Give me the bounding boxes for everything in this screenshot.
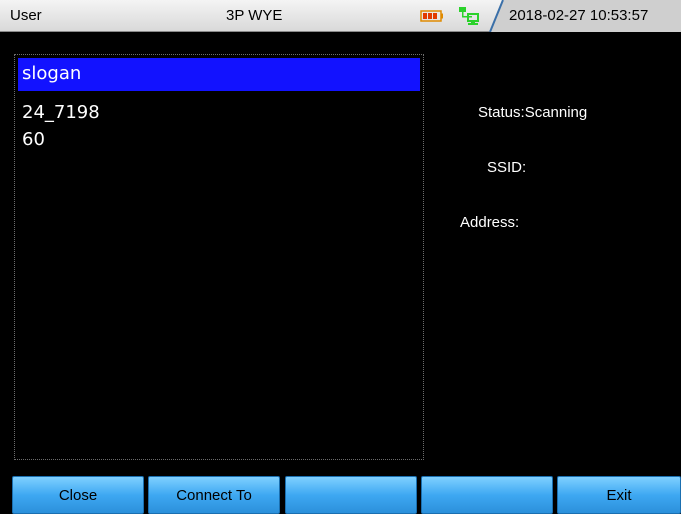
list-item-label: 24_7198: [22, 102, 100, 123]
list-item-label: slogan: [22, 63, 82, 84]
address-label: Address:: [460, 214, 520, 231]
status-label: Status:Scanning: [478, 104, 588, 121]
list-item[interactable]: 24_7198: [22, 102, 100, 123]
status-bar: User 3P WYE 2018-02-27 10:53:57: [0, 0, 681, 32]
wiring-mode-label: 3P WYE: [226, 7, 283, 24]
close-button[interactable]: Close: [12, 476, 144, 514]
list-item-selected[interactable]: slogan: [18, 58, 420, 91]
f4-button[interactable]: [421, 476, 553, 514]
datetime-label: 2018-02-27 10:53:57: [509, 7, 649, 24]
list-item-label: 60: [22, 129, 45, 150]
divider-slash: [489, 0, 504, 32]
function-key-bar: Close Connect To Exit: [0, 473, 681, 514]
network-icon: [459, 7, 479, 25]
exit-button[interactable]: Exit: [557, 476, 681, 514]
user-label: User: [10, 7, 42, 24]
connect-to-button[interactable]: Connect To: [148, 476, 280, 514]
ssid-label: SSID:: [487, 159, 527, 176]
battery-icon: [420, 10, 443, 22]
f3-button[interactable]: [285, 476, 417, 514]
list-item[interactable]: 60: [22, 129, 45, 150]
